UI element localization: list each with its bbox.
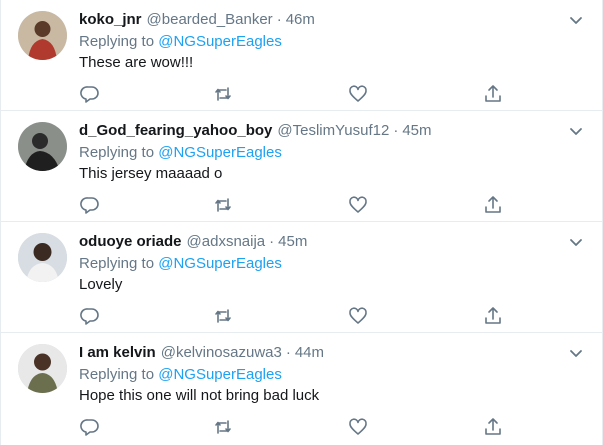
tweet-actions xyxy=(79,195,509,217)
tweet-actions xyxy=(79,306,509,328)
reply-button[interactable] xyxy=(80,417,102,439)
timestamp[interactable]: 46m xyxy=(286,10,315,30)
chevron-down-icon xyxy=(570,239,582,246)
avatar-photo-icon xyxy=(18,344,67,393)
tweet-text: Hope this one will not bring bad luck xyxy=(79,387,320,404)
reply-icon xyxy=(80,86,99,103)
replying-prefix: Replying to xyxy=(79,144,155,161)
more-options-button[interactable] xyxy=(568,234,584,250)
chevron-down-icon xyxy=(570,350,582,357)
retweet-icon xyxy=(215,420,231,434)
like-icon xyxy=(349,196,367,213)
avatar[interactable] xyxy=(18,344,67,393)
reply-tweet[interactable]: oduoye oriade @adxsnaija · 45m Replying … xyxy=(1,222,602,333)
replying-to-line: Replying to @NGSuperEagles xyxy=(79,365,562,385)
chevron-down-icon xyxy=(570,17,582,24)
avatar-photo-icon xyxy=(18,11,67,60)
tweet-text: This jersey maaaad o xyxy=(79,165,223,182)
retweet-icon xyxy=(215,309,231,323)
avatar[interactable] xyxy=(18,122,67,171)
avatar[interactable] xyxy=(18,11,67,60)
retweet-icon xyxy=(215,87,231,101)
tweet-actions xyxy=(79,84,509,106)
share-button[interactable] xyxy=(483,417,505,439)
replying-prefix: Replying to xyxy=(79,255,155,272)
tweet-text: Lovely xyxy=(79,276,123,293)
like-button[interactable] xyxy=(348,306,370,328)
more-options-button[interactable] xyxy=(568,123,584,139)
reply-tweet[interactable]: d_God_fearing_yahoo_boy @TeslimYusuf12 ·… xyxy=(1,111,602,222)
like-icon xyxy=(349,307,367,324)
replying-to-line: Replying to @NGSuperEagles xyxy=(79,143,562,163)
retweet-button[interactable] xyxy=(213,84,235,106)
timestamp[interactable]: 45m xyxy=(402,121,431,141)
reply-tweet[interactable]: koko_jnr @bearded_Banker · 46m Replying … xyxy=(1,0,602,111)
like-icon xyxy=(349,85,367,102)
timestamp[interactable]: 44m xyxy=(295,343,324,363)
display-name[interactable]: koko_jnr xyxy=(79,10,142,30)
timestamp[interactable]: 45m xyxy=(278,232,307,252)
reply-button[interactable] xyxy=(80,306,102,328)
share-icon xyxy=(485,418,501,435)
retweet-icon xyxy=(215,198,231,212)
reply-button[interactable] xyxy=(80,84,102,106)
replying-to-line: Replying to @NGSuperEagles xyxy=(79,254,562,274)
like-button[interactable] xyxy=(348,417,370,439)
share-button[interactable] xyxy=(483,195,505,217)
like-icon xyxy=(349,418,367,435)
avatar-photo-icon xyxy=(18,233,67,282)
retweet-button[interactable] xyxy=(213,306,235,328)
replying-mention-link[interactable]: @NGSuperEagles xyxy=(158,33,282,50)
avatar[interactable] xyxy=(18,233,67,282)
display-name[interactable]: oduoye oriade xyxy=(79,232,182,252)
user-handle[interactable]: @kelvinosazuwa3 xyxy=(161,343,282,363)
share-icon xyxy=(485,307,501,324)
display-name[interactable]: d_God_fearing_yahoo_boy xyxy=(79,121,272,141)
more-options-button[interactable] xyxy=(568,345,584,361)
replying-prefix: Replying to xyxy=(79,366,155,383)
more-options-button[interactable] xyxy=(568,12,584,28)
share-icon xyxy=(485,196,501,213)
avatar-photo-icon xyxy=(18,122,67,171)
separator-dot: · xyxy=(269,233,275,250)
display-name[interactable]: I am kelvin xyxy=(79,343,156,363)
share-button[interactable] xyxy=(483,84,505,106)
user-handle[interactable]: @adxsnaija xyxy=(187,232,266,252)
user-handle[interactable]: @TeslimYusuf12 xyxy=(277,121,389,141)
reply-icon xyxy=(80,419,99,436)
replying-mention-link[interactable]: @NGSuperEagles xyxy=(158,255,282,272)
retweet-button[interactable] xyxy=(213,417,235,439)
tweet-actions xyxy=(79,417,509,439)
replying-mention-link[interactable]: @NGSuperEagles xyxy=(158,144,282,161)
separator-dot: · xyxy=(393,122,399,139)
retweet-button[interactable] xyxy=(213,195,235,217)
tweet-text: These are wow!!! xyxy=(79,54,194,71)
reply-icon xyxy=(80,308,99,325)
like-button[interactable] xyxy=(348,195,370,217)
reply-tweet[interactable]: I am kelvin @kelvinosazuwa3 · 44m Replyi… xyxy=(1,333,602,444)
like-button[interactable] xyxy=(348,84,370,106)
separator-dot: · xyxy=(276,11,282,28)
replies-feed: koko_jnr @bearded_Banker · 46m Replying … xyxy=(0,0,603,445)
share-icon xyxy=(485,85,501,102)
user-handle[interactable]: @bearded_Banker xyxy=(147,10,273,30)
chevron-down-icon xyxy=(570,128,582,135)
reply-button[interactable] xyxy=(80,195,102,217)
reply-icon xyxy=(80,197,99,214)
replying-mention-link[interactable]: @NGSuperEagles xyxy=(158,366,282,383)
share-button[interactable] xyxy=(483,306,505,328)
replying-to-line: Replying to @NGSuperEagles xyxy=(79,32,562,52)
separator-dot: · xyxy=(285,344,291,361)
replying-prefix: Replying to xyxy=(79,33,155,50)
